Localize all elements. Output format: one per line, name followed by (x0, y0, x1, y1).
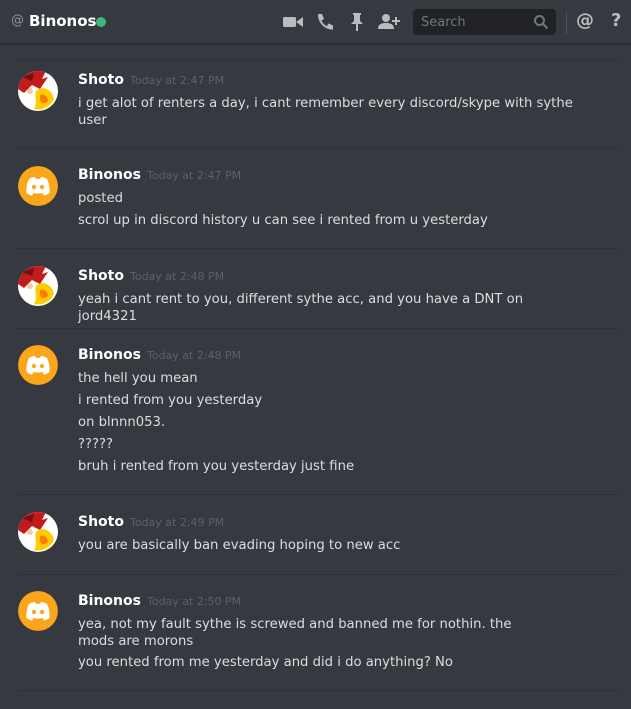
shoto-avatar[interactable] (18, 266, 58, 306)
video-icon[interactable] (283, 11, 305, 33)
message-text: ????? (78, 437, 113, 452)
message-text: i rented from you yesterday (78, 393, 263, 408)
message-divider (18, 690, 618, 691)
search-input[interactable] (421, 14, 525, 30)
message-timestamp: Today at 2:48 PM (146, 349, 242, 362)
message-author[interactable]: Shoto Today at 2:49 PM (78, 514, 224, 530)
message-divider (18, 148, 618, 149)
message-timestamp: Today at 2:48 PM (129, 270, 225, 283)
discord-default-avatar[interactable] (18, 591, 58, 631)
help-icon[interactable]: ? (611, 10, 621, 32)
mention-icon[interactable]: @ (576, 10, 594, 32)
channel-header: @ Binonos @ ? (0, 0, 631, 44)
message-text: the hell you mean (78, 371, 198, 386)
author-name[interactable]: Binonos (78, 167, 141, 183)
message-text: yea, not my fault sythe is screwed and b… (78, 617, 512, 649)
author-name[interactable]: Binonos (78, 593, 141, 609)
message-author[interactable]: Shoto Today at 2:48 PM (78, 268, 224, 284)
pin-icon[interactable] (349, 11, 371, 33)
shoto-avatar[interactable] (18, 71, 58, 111)
message-author[interactable]: Binonos Today at 2:50 PM (78, 593, 241, 609)
discord-default-avatar[interactable] (18, 345, 58, 385)
message-timestamp: Today at 2:49 PM (129, 516, 225, 529)
message-text: yeah i cant rent to you, different sythe… (78, 292, 524, 324)
message-text: you are basically ban evading hoping to … (78, 538, 401, 553)
message-text: bruh i rented from you yesterday just fi… (78, 459, 355, 474)
message-divider (18, 494, 618, 495)
message-author[interactable]: Binonos Today at 2:48 PM (78, 347, 241, 363)
message-divider (18, 328, 618, 329)
channel-name[interactable]: Binonos (29, 12, 96, 30)
toolbar-divider (566, 12, 567, 34)
message-divider (18, 248, 618, 249)
message-timestamp: Today at 2:47 PM (146, 169, 242, 182)
message-text: on blnnn053. (78, 415, 166, 430)
message-divider (18, 59, 618, 60)
message-text: posted (78, 191, 123, 206)
author-name[interactable]: Binonos (78, 347, 141, 363)
author-name[interactable]: Shoto (78, 72, 124, 88)
discord-default-avatar[interactable] (18, 166, 58, 206)
shoto-avatar[interactable] (18, 512, 58, 552)
author-name[interactable]: Shoto (78, 514, 124, 530)
author-name[interactable]: Shoto (78, 268, 124, 284)
at-symbol: @ (11, 13, 24, 28)
message-timestamp: Today at 2:47 PM (129, 74, 225, 87)
search-icon[interactable] (533, 14, 549, 34)
phone-icon[interactable] (315, 11, 337, 33)
message-text: you rented from me yesterday and did i d… (78, 655, 453, 670)
message-text: i get alot of renters a day, i cant reme… (78, 96, 573, 128)
message-author[interactable]: Binonos Today at 2:47 PM (78, 167, 241, 183)
online-status-indicator (96, 17, 106, 27)
message-divider (18, 574, 618, 575)
message-author[interactable]: Shoto Today at 2:47 PM (78, 72, 224, 88)
search-box[interactable] (413, 9, 556, 35)
message-text: scrol up in discord history u can see i … (78, 213, 488, 228)
message-timestamp: Today at 2:50 PM (146, 595, 242, 608)
add-user-icon[interactable] (378, 11, 400, 33)
